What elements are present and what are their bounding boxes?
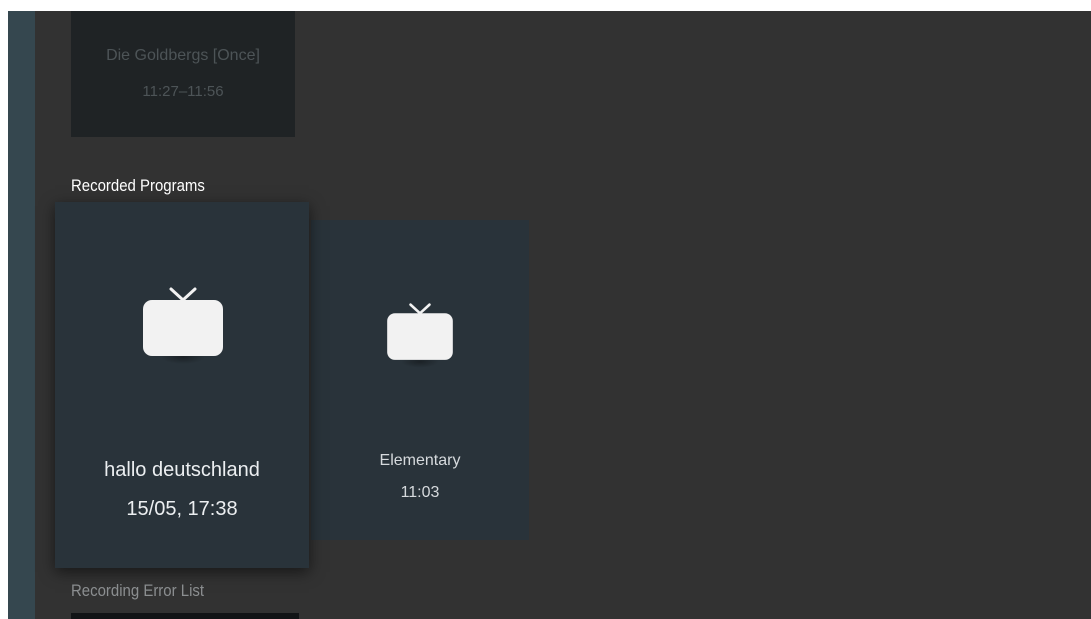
scheduled-recording-time: 11:27–11:56 (142, 83, 224, 100)
recorded-programs-header: Recorded Programs (71, 176, 205, 195)
recorded-program-card[interactable]: Elementary 11:03 (311, 220, 529, 540)
recording-error-list-header: Recording Error List (71, 581, 205, 600)
program-date-time: 15/05, 17:38 (126, 498, 238, 520)
program-title: hallo deutschland (104, 459, 260, 481)
program-title: Elementary (379, 452, 461, 469)
tv-icon (143, 287, 223, 364)
screen: Die Goldbergs [Once] 11:27–11:56 Recorde… (0, 0, 1091, 619)
tv-icon (387, 303, 453, 368)
scheduled-recording-title: Die Goldbergs [Once] (106, 47, 260, 64)
recorded-program-card-focused[interactable]: hallo deutschland 15/05, 17:38 (55, 202, 309, 568)
recording-error-card[interactable] (71, 613, 299, 619)
recordings-browser: Die Goldbergs [Once] 11:27–11:56 Recorde… (8, 11, 1091, 619)
left-nav-rail[interactable] (8, 11, 35, 619)
program-time: 11:03 (400, 484, 440, 501)
scheduled-recording-card[interactable]: Die Goldbergs [Once] 11:27–11:56 (71, 11, 295, 137)
